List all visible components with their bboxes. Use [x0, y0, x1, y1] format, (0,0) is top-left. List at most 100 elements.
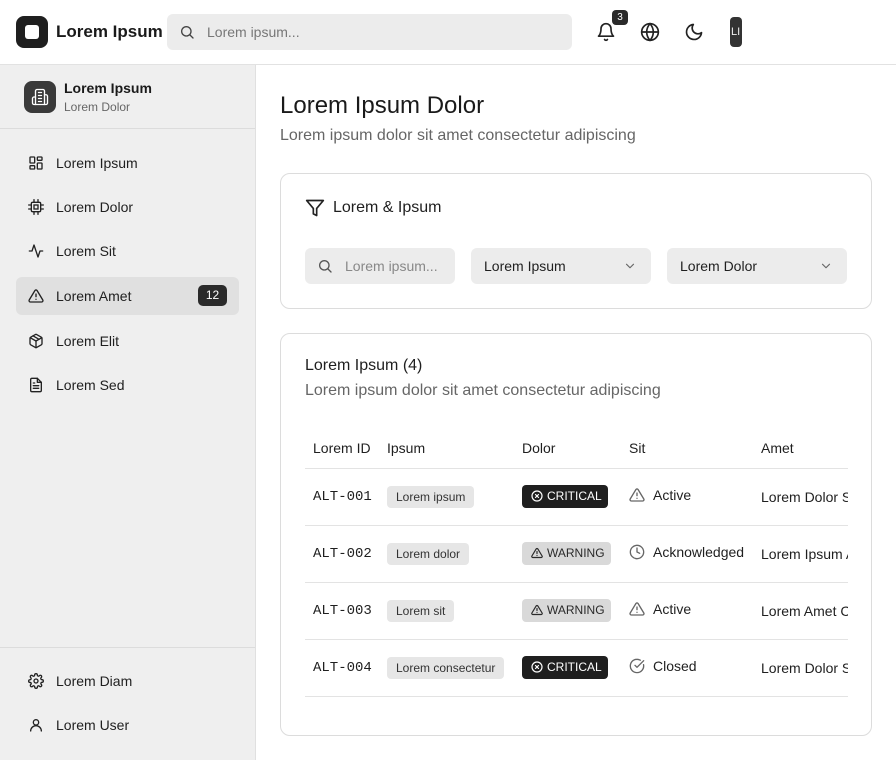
sidebar-item-settings[interactable]: Lorem Diam: [16, 662, 239, 700]
severity-label: CRITICAL: [547, 660, 602, 674]
status-label: Active: [653, 601, 692, 617]
sidebar-footer: Lorem Diam Lorem User: [0, 647, 255, 760]
x-circle-icon: [531, 661, 543, 673]
bell-icon[interactable]: [596, 22, 616, 42]
org-name: Lorem Ipsum: [64, 80, 152, 96]
filter-icon: [305, 198, 325, 218]
chevron-down-icon: [819, 259, 833, 273]
sidebar-item-label: Lorem Elit: [56, 333, 120, 349]
column-header[interactable]: Lorem ID: [305, 428, 379, 469]
avatar[interactable]: LI: [730, 17, 742, 47]
column-header[interactable]: Ipsum: [379, 428, 514, 469]
severity-badge: CRITICAL: [522, 485, 608, 508]
status-cell: Active: [629, 601, 691, 617]
alert-id: ALT-004: [305, 639, 379, 697]
sidebar-item-reports[interactable]: Lorem Sed: [16, 366, 239, 404]
status-cell: Closed: [629, 658, 697, 674]
category-tag: Lorem consectetur: [387, 656, 505, 679]
status-label: Closed: [653, 658, 697, 674]
sidebar-item-label: Lorem Sit: [56, 243, 116, 259]
warning-triangle-icon: [531, 547, 543, 559]
sidebar-item-label: Lorem Dolor: [56, 199, 134, 215]
sidebar-item-dashboard[interactable]: Lorem Ipsum: [16, 144, 239, 182]
check-circle-icon: [629, 658, 645, 674]
clock-icon: [629, 544, 645, 560]
severity-badge: CRITICAL: [522, 656, 608, 679]
filters-title: Lorem & Ipsum: [333, 199, 442, 216]
sidebar-item-alerts[interactable]: Lorem Amet 12: [16, 277, 239, 315]
status-label: Acknowledged: [653, 544, 745, 560]
alerts-count-badge: 12: [198, 285, 227, 306]
severity-badge: WARNING: [522, 542, 611, 565]
sidebar-item-user[interactable]: Lorem User: [16, 706, 239, 744]
filters-card: Lorem & Ipsum Lorem Ipsum Lorem Dolor: [280, 173, 872, 309]
search-icon: [317, 258, 333, 274]
category-tag: Lorem sit: [387, 599, 455, 622]
amet-cell: Lorem Dolor Sit: [753, 639, 848, 697]
notification-badge: 3: [612, 10, 628, 25]
sidebar-item-monitoring[interactable]: Lorem Sit: [16, 232, 239, 270]
org-subtitle: Lorem Dolor: [64, 100, 131, 114]
filter-select-1[interactable]: Lorem Ipsum: [471, 248, 651, 284]
filter-select-2[interactable]: Lorem Dolor: [667, 248, 847, 284]
sidebar-item-devices[interactable]: Lorem Dolor: [16, 188, 239, 226]
category-tag: Lorem dolor: [387, 542, 470, 565]
sidebar-item-inventory[interactable]: Lorem Elit: [16, 322, 239, 360]
amet-cell: Lorem Ipsum Amet: [753, 525, 848, 583]
sidebar-item-label: Lorem Diam: [56, 673, 133, 689]
table-row[interactable]: ALT-002 Lorem dolor WARNING Acknowledged: [305, 525, 848, 583]
column-header[interactable]: Amet: [753, 428, 848, 469]
sidebar-item-label: Lorem Sed: [56, 377, 125, 393]
org-switcher[interactable]: Lorem Ipsum Lorem Dolor: [0, 65, 255, 129]
sidebar-item-label: Lorem Amet: [56, 288, 132, 304]
table-row[interactable]: ALT-003 Lorem sit WARNING Active Lorem A…: [305, 582, 848, 640]
x-circle-icon: [531, 490, 543, 502]
column-header[interactable]: Sit: [621, 428, 753, 469]
document-icon: [28, 377, 44, 393]
filter-search-input[interactable]: [345, 248, 449, 284]
alert-id: ALT-003: [305, 582, 379, 640]
alert-id: ALT-002: [305, 525, 379, 583]
select-value: Lorem Dolor: [680, 258, 758, 274]
severity-badge: WARNING: [522, 599, 611, 622]
severity-label: WARNING: [547, 603, 605, 617]
global-search[interactable]: [167, 14, 572, 50]
table-row[interactable]: ALT-001 Lorem ipsum CRITICAL Active Lore…: [305, 468, 848, 526]
package-icon: [28, 333, 44, 349]
alert-triangle-icon: [629, 602, 645, 616]
table-scroll-area[interactable]: Lorem ID Ipsum Dolor Sit Amet ALT-001 Lo…: [305, 428, 848, 718]
table-header-row: Lorem ID Ipsum Dolor Sit Amet: [305, 428, 848, 469]
category-tag: Lorem ipsum: [387, 485, 475, 508]
table-subtitle: Lorem ipsum dolor sit amet consectetur a…: [305, 382, 661, 399]
chevron-down-icon: [623, 259, 637, 273]
building-icon: [24, 81, 56, 113]
amet-cell: Lorem Amet Consectetur: [753, 582, 848, 640]
filter-search[interactable]: [305, 248, 455, 284]
alerts-table-card: Lorem Ipsum (4) Lorem ipsum dolor sit am…: [280, 333, 872, 736]
amet-cell: Lorem Dolor Sit: [753, 468, 848, 526]
alert-triangle-icon: [28, 288, 44, 304]
dashboard-icon: [28, 155, 44, 171]
sidebar: Lorem Ipsum Lorem Dolor Lorem Ipsum Lore…: [0, 65, 256, 760]
alerts-table: Lorem ID Ipsum Dolor Sit Amet ALT-001 Lo…: [305, 428, 848, 697]
status-cell: Acknowledged: [629, 544, 744, 560]
globe-icon[interactable]: [640, 22, 660, 42]
search-input[interactable]: [207, 14, 557, 50]
table-row[interactable]: ALT-004 Lorem consectetur CRITICAL Close…: [305, 639, 848, 697]
status-cell: Active: [629, 487, 691, 503]
app-logo-icon[interactable]: [16, 16, 48, 48]
alert-id: ALT-001: [305, 468, 379, 526]
sidebar-item-label: Lorem User: [56, 717, 130, 733]
severity-label: CRITICAL: [547, 489, 602, 503]
status-label: Active: [653, 487, 692, 503]
page-title: Lorem Ipsum Dolor: [280, 92, 485, 119]
select-value: Lorem Ipsum: [484, 258, 566, 274]
top-bar: Lorem Ipsum 3 LI: [0, 0, 896, 65]
column-header[interactable]: Dolor: [514, 428, 621, 469]
gear-icon: [28, 673, 44, 689]
warning-triangle-icon: [531, 604, 543, 616]
activity-icon: [28, 243, 44, 259]
app-title: Lorem Ipsum: [56, 22, 163, 41]
page-subtitle: Lorem ipsum dolor sit amet consectetur a…: [280, 127, 636, 144]
moon-icon[interactable]: [684, 22, 704, 42]
